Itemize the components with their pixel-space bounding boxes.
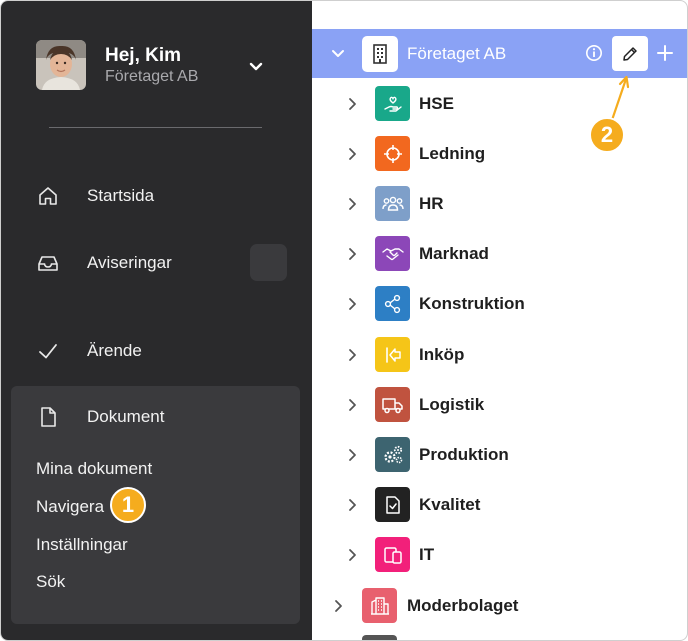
pencil-icon: [623, 46, 637, 61]
sidebar-item-arende[interactable]: Ärende: [1, 331, 312, 371]
notification-badge[interactable]: [250, 244, 287, 281]
heart-hand-icon: [375, 86, 410, 121]
chevron-right-icon[interactable]: [344, 196, 360, 212]
avatar[interactable]: [36, 40, 86, 90]
tree-item-moderbolaget[interactable]: Moderbolaget: [312, 583, 687, 629]
tree-item-partial-icon: [362, 635, 397, 640]
tree-item-it[interactable]: IT: [312, 532, 687, 578]
sidebar-item-label: Dokument: [87, 407, 165, 426]
chevron-right-icon[interactable]: [344, 397, 360, 413]
chevron-right-icon[interactable]: [344, 447, 360, 463]
tree-item-inkop[interactable]: Inköp: [312, 332, 687, 378]
home-icon: [39, 187, 57, 205]
tree-item-hr[interactable]: HR: [312, 181, 687, 227]
plus-icon[interactable]: [655, 43, 675, 63]
callout-badge-1: 1: [110, 487, 146, 523]
tree-item-label: Konstruktion: [419, 294, 525, 313]
building-icon: [362, 588, 397, 623]
document-icon: [41, 407, 56, 427]
tree-item-label: Kvalitet: [419, 495, 481, 514]
chevron-right-icon[interactable]: [344, 347, 360, 363]
sidebar-divider: [49, 127, 262, 128]
gears-icon: [375, 437, 410, 472]
arrow-in-icon: [375, 337, 410, 372]
share-icon: [375, 286, 410, 321]
tree-item-label: Logistik: [419, 395, 485, 414]
check-icon: [39, 344, 57, 359]
tree-item-label: Ledning: [419, 144, 486, 163]
tree-item-label: Marknad: [419, 244, 489, 263]
sub-item-navigera[interactable]: Navigera: [36, 497, 104, 517]
chevron-right-icon[interactable]: [344, 497, 360, 513]
chevron-right-icon[interactable]: [344, 547, 360, 563]
tree-item-produktion[interactable]: Produktion: [312, 432, 687, 478]
sidebar-item-label: Ärende: [87, 341, 142, 360]
app-window: Hej, Kim Företaget AB Startsida Aviserin…: [0, 0, 688, 641]
chevron-right-icon[interactable]: [330, 598, 346, 614]
sidebar-item-startsida[interactable]: Startsida: [1, 176, 312, 216]
devices-icon: [375, 537, 410, 572]
handshake-icon: [375, 236, 410, 271]
sidebar: Hej, Kim Företaget AB Startsida Aviserin…: [1, 1, 312, 640]
root-building-icon-box: [362, 36, 398, 72]
sidebar-item-label: Aviseringar: [87, 253, 172, 272]
tree-item-konstruktion[interactable]: Konstruktion: [312, 281, 687, 327]
tree-item-label: HR: [419, 194, 444, 213]
sidebar-item-label: Startsida: [87, 186, 155, 205]
office-building-icon: [373, 44, 387, 64]
truck-icon: [375, 387, 410, 422]
tree-item-logistik[interactable]: Logistik: [312, 382, 687, 428]
chevron-right-icon[interactable]: [344, 96, 360, 112]
chevron-right-icon[interactable]: [344, 296, 360, 312]
user-company: Företaget AB: [105, 68, 199, 85]
user-greeting: Hej, Kim: [105, 45, 182, 66]
tree-root-label: Företaget AB: [407, 44, 507, 63]
tree-item-hse[interactable]: HSE: [312, 81, 687, 127]
chevron-right-icon[interactable]: [344, 146, 360, 162]
target-icon: [375, 136, 410, 171]
sub-item-sok[interactable]: Sök: [36, 572, 65, 592]
sub-item-mina-dokument[interactable]: Mina dokument: [36, 459, 152, 479]
chevron-right-icon[interactable]: [344, 246, 360, 262]
sub-item-installningar[interactable]: Inställningar: [36, 535, 128, 555]
tree-item-label: HSE: [419, 94, 454, 113]
tree-item-label: Produktion: [419, 445, 509, 464]
inbox-icon: [38, 256, 58, 271]
people-icon: [375, 186, 410, 221]
sidebar-item-dokument[interactable]: Dokument: [1, 397, 312, 437]
tree-item-label: Inköp: [419, 345, 465, 364]
edit-button[interactable]: [612, 36, 648, 71]
tree-item-ledning[interactable]: Ledning: [312, 131, 687, 177]
tree-item-marknad[interactable]: Marknad: [312, 231, 687, 277]
chevron-down-icon[interactable]: [246, 56, 266, 76]
tree-item-label: IT: [419, 545, 435, 564]
tree-item-label: Moderbolaget: [407, 596, 519, 615]
doc-check-icon: [375, 487, 410, 522]
tree-item-kvalitet[interactable]: Kvalitet: [312, 482, 687, 528]
info-icon[interactable]: [585, 44, 603, 62]
chevron-down-icon[interactable]: [329, 44, 347, 62]
